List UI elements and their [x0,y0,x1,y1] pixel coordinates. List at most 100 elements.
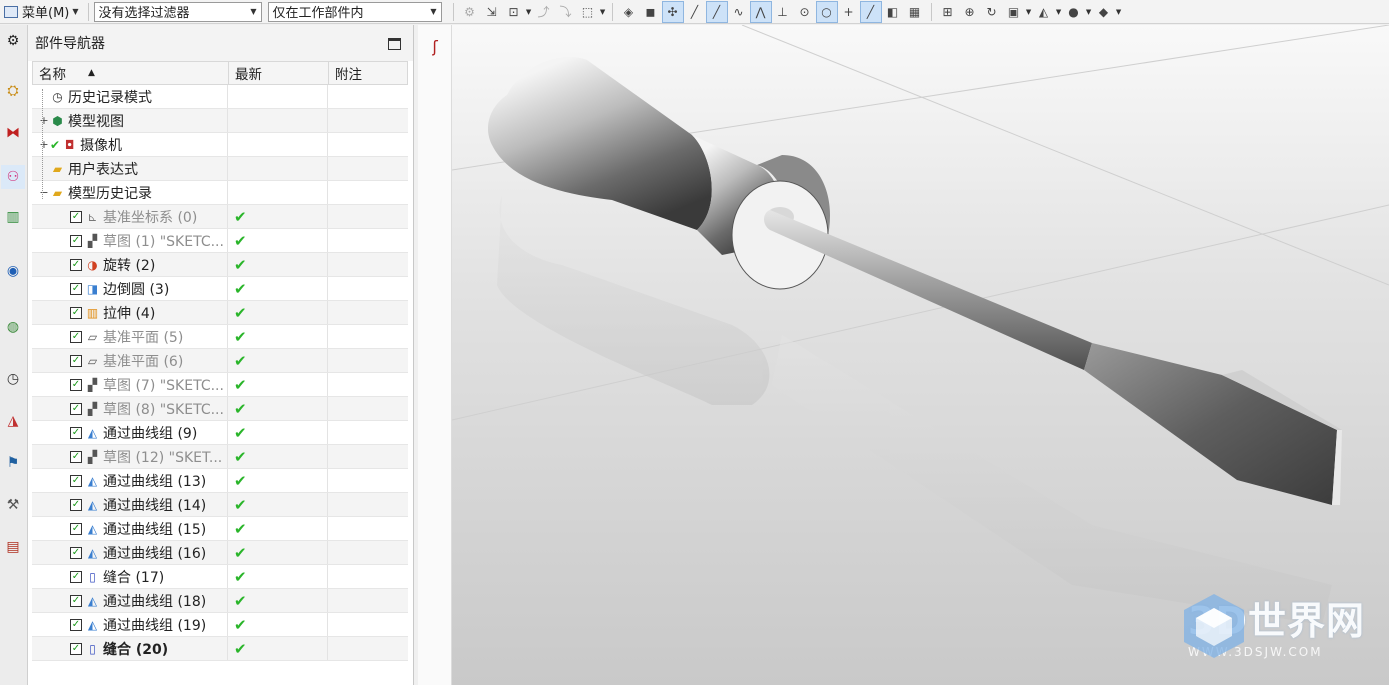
point-snap-icon[interactable]: ✣ [661,0,684,23]
rotate-view-icon[interactable]: ↻ [981,1,1003,23]
system-scene-icon[interactable]: ⚑ [1,451,25,475]
tree-row[interactable]: ✓ ⊾ 基准坐标系 (0) ✔ [32,205,408,229]
tree-row[interactable]: ✓ ▱ 基准平面 (6) ✔ [32,349,408,373]
zoom-icon[interactable]: ⊕ [959,1,981,23]
chevron-down-icon[interactable]: ▼ [1085,8,1093,16]
feature-checkbox[interactable]: ✓ [70,426,82,439]
curve-point-icon[interactable]: ∿ [728,1,750,23]
tree-row[interactable]: ✓ ▱ 基准平面 (5) ✔ [32,325,408,349]
chevron-down-icon[interactable]: ▼ [1055,8,1063,16]
tree-row[interactable]: ✓ ◭ 通过曲线组 (19) ✔ [32,613,408,637]
tree-row[interactable]: ✓ ▥ 拉伸 (4) ✔ [32,301,408,325]
chevron-down-icon[interactable]: ▼ [1025,8,1033,16]
point-on-curve-icon[interactable]: ╱ [859,0,882,23]
manufacturing-wizard-icon[interactable]: ▤ [1,535,25,559]
tree-row[interactable]: ✓ ◭ 通过曲线组 (15) ✔ [32,517,408,541]
feature-checkbox[interactable]: ✓ [70,330,82,343]
screwdriver-model[interactable] [452,25,1389,685]
tree-row[interactable]: ✓ ◭ 通过曲线组 (18) ✔ [32,589,408,613]
history-palette-icon[interactable]: ◍ [1,315,25,339]
tree-row[interactable]: ✓ ◭ 通过曲线组 (9) ✔ [32,421,408,445]
tree-row[interactable]: ✓ ▞ 草图 (1) "SKETC... ✔ [32,229,408,253]
visible-check-icon[interactable]: ✔ [50,138,60,152]
tree-row[interactable]: ✓ ◭ 通过曲线组 (13) ✔ [32,469,408,493]
chevron-down-icon[interactable]: ▼ [1115,8,1123,16]
maximize-icon[interactable] [388,38,401,50]
feature-checkbox[interactable]: ✓ [70,234,82,247]
column-header-name[interactable]: 名称 ▲ [33,62,229,84]
column-header-comment[interactable]: 附注 [329,62,407,84]
feature-checkbox[interactable]: ✓ [70,378,82,391]
tree-row[interactable]: ✓ ▯ 缝合 (17) ✔ [32,565,408,589]
tree-row[interactable]: ✓ ▯ 缝合 (20) ✔ [32,637,408,661]
arc-center-icon[interactable]: ⊙ [794,1,816,23]
render-style-icon[interactable]: ◭ [1033,1,1055,23]
chevron-down-icon[interactable]: ▼ [599,8,607,16]
reuse-library-icon[interactable]: ▥ [1,205,25,229]
feature-checkbox[interactable]: ✓ [70,354,82,367]
fit-view-icon[interactable]: ⊞ [937,1,959,23]
tree-row[interactable]: ✓ ◭ 通过曲线组 (16) ✔ [32,541,408,565]
solid-select-icon[interactable]: ◼ [640,1,662,23]
feature-checkbox[interactable]: ✓ [70,258,82,271]
point-on-face-icon[interactable]: ◧ [882,1,904,23]
select-features-icon[interactable]: ⇲ [481,1,503,23]
feature-checkbox[interactable]: ✓ [70,570,82,583]
assembly-navigator-icon[interactable]: ⛭ [1,79,25,103]
rectangle-select-icon[interactable]: ⬚ [577,1,599,23]
graphics-viewport[interactable]: 3D世界网 WWW.3DSJW.COM [452,25,1389,685]
tree-row[interactable]: ✓ ◭ 通过曲线组 (14) ✔ [32,493,408,517]
tree-row[interactable]: ✓ ▞ 草图 (12) "SKET... ✔ [32,445,408,469]
shaded-sphere-icon[interactable]: ● [1063,1,1085,23]
tree-row[interactable]: − ▰ 模型历史记录 [32,181,408,205]
selection-scope-dropdown[interactable]: 仅在工作部件内 ▼ [267,1,442,22]
bounded-grid-icon[interactable]: ▦ [904,1,926,23]
select-child-icon[interactable]: ⤵ [555,1,577,23]
expand-toggle-icon[interactable]: + [38,138,50,151]
roles-icon[interactable]: ◮ [1,409,25,433]
history-clock-icon[interactable]: ◷ [1,367,25,391]
orient-view-icon[interactable]: ▣ [1003,1,1025,23]
settings-icon[interactable]: ⚙ [1,29,25,53]
feature-checkbox[interactable]: ✓ [70,402,82,415]
feature-checkbox[interactable]: ✓ [70,594,82,607]
tree-row[interactable]: + ✔ ◘ 摄像机 [32,133,408,157]
show-hide-icon[interactable]: ◆ [1093,1,1115,23]
tree-row[interactable]: ✓ ▞ 草图 (8) "SKETC... ✔ [32,397,408,421]
body-select-icon[interactable]: ◈ [618,1,640,23]
tree-row[interactable]: ✓ ◨ 边倒圆 (3) ✔ [32,277,408,301]
selection-box-icon[interactable]: ⊡ [503,1,525,23]
process-studio-icon[interactable]: ⚒ [1,493,25,517]
expand-toggle-icon[interactable]: + [38,114,50,127]
select-parent-icon[interactable]: ⤴ [533,1,555,23]
mid-point-icon[interactable]: ╱ [705,0,728,23]
existing-point-icon[interactable]: + [838,1,860,23]
feature-checkbox[interactable]: ✓ [70,546,82,559]
quadrant-point-icon[interactable]: ○ [815,0,838,23]
general-object-icon[interactable]: ⚙ [459,1,481,23]
tree-row[interactable]: ✓ ◑ 旋转 (2) ✔ [32,253,408,277]
expand-toggle-icon[interactable]: − [38,186,50,199]
feature-checkbox[interactable]: ✓ [70,474,82,487]
web-browser-icon[interactable]: ◉ [1,259,25,283]
tree-row[interactable]: ▰ 用户表达式 [32,157,408,181]
feature-checkbox[interactable]: ✓ [70,618,82,631]
end-point-icon[interactable]: ╱ [684,1,706,23]
feature-checkbox[interactable]: ✓ [70,642,82,655]
chevron-down-icon[interactable]: ▼ [525,8,533,16]
feature-checkbox[interactable]: ✓ [70,522,82,535]
feature-checkbox[interactable]: ✓ [70,282,82,295]
feature-checkbox[interactable]: ✓ [70,450,82,463]
menu-button[interactable]: 菜单(M) ▼ [0,1,83,23]
part-navigator-icon[interactable]: ⚇ [1,165,25,189]
feature-checkbox[interactable]: ✓ [70,210,82,223]
tree-row[interactable]: ✓ ▞ 草图 (7) "SKETC... ✔ [32,373,408,397]
column-header-latest[interactable]: 最新 [229,62,329,84]
tree-row[interactable]: ◷ 历史记录模式 [32,85,408,109]
sketch-curve-icon[interactable]: ʃ [424,37,446,59]
intersection-icon[interactable]: ⊥ [772,1,794,23]
constraint-navigator-icon[interactable]: ⧓ [1,121,25,145]
feature-checkbox[interactable]: ✓ [70,498,82,511]
feature-checkbox[interactable]: ✓ [70,306,82,319]
tree-row[interactable]: + ⬢ 模型视图 [32,109,408,133]
